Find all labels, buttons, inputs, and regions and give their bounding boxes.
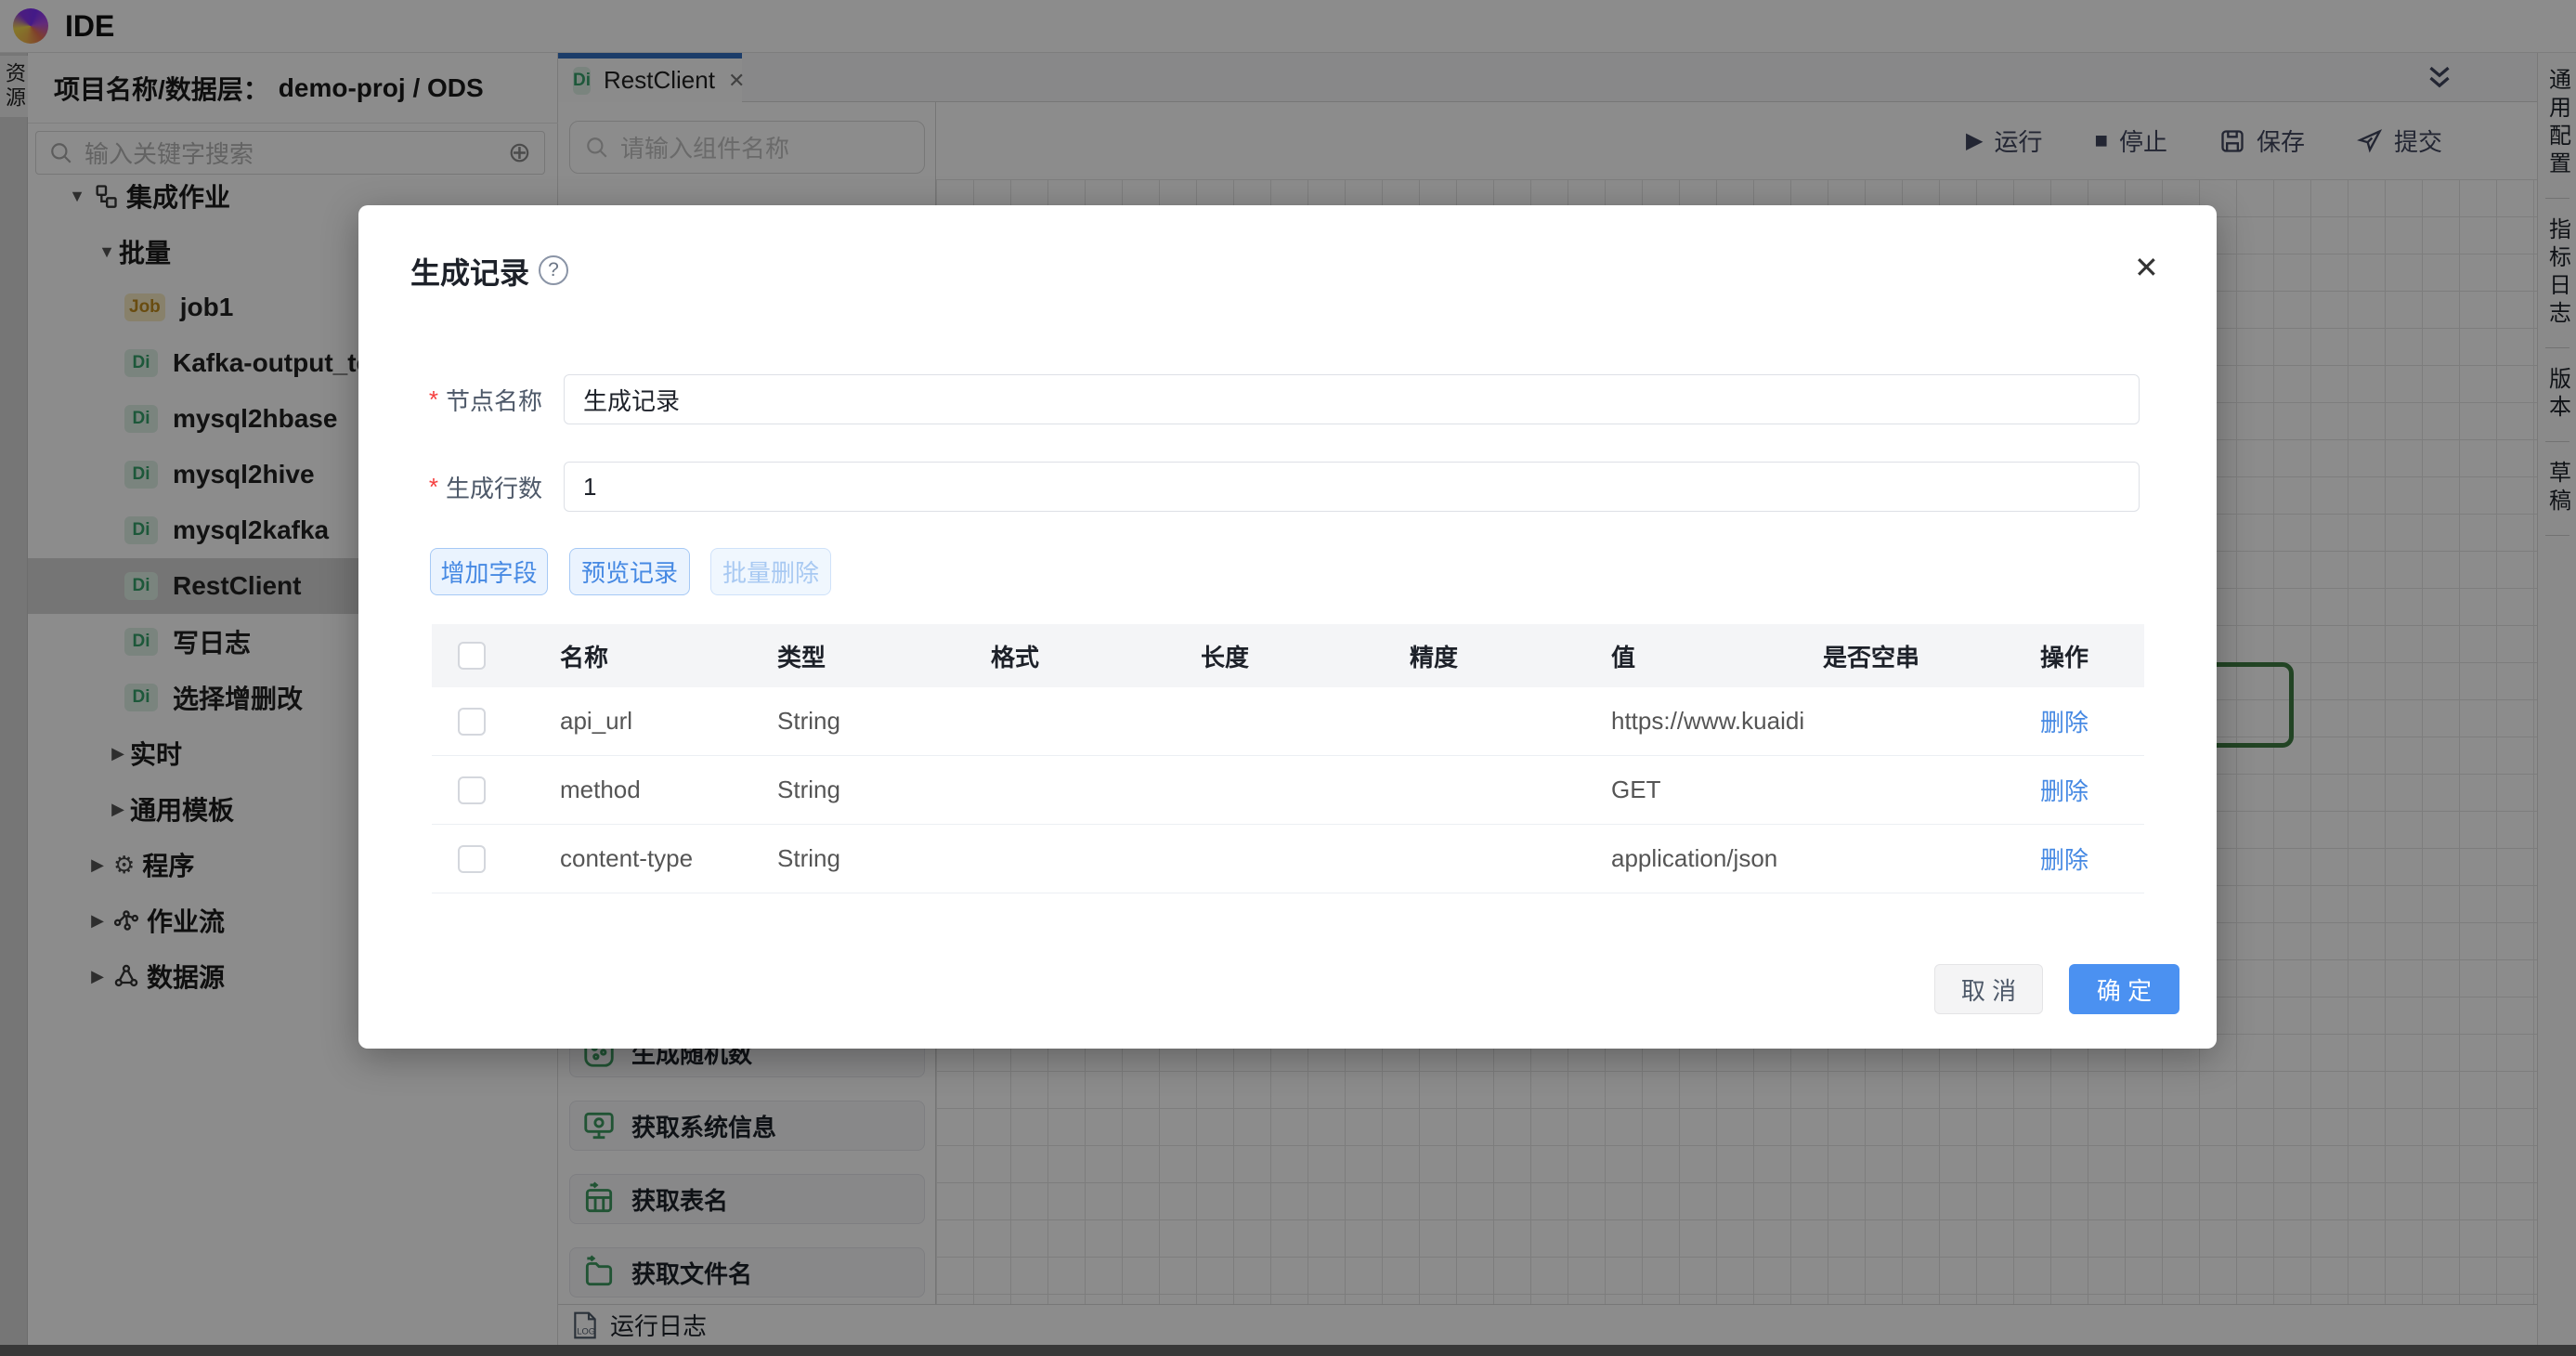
generate-records-dialog: 生成记录 ? ✕ * 节点名称 * 生成行数 增加字段 预览记录 批量删除 名称…: [358, 205, 2217, 1049]
field-row-count-row: * 生成行数: [358, 462, 542, 512]
node-name-label: * 节点名称: [358, 374, 542, 424]
delete-link[interactable]: 删除: [2040, 841, 2144, 876]
row-checkbox[interactable]: [458, 776, 486, 804]
required-marker: *: [429, 473, 438, 502]
batch-delete-button[interactable]: 批量删除: [710, 548, 831, 595]
delete-link[interactable]: 删除: [2040, 704, 2144, 738]
select-all-checkbox[interactable]: [458, 642, 486, 670]
close-icon[interactable]: ✕: [2134, 250, 2159, 285]
col-value: 值: [1611, 639, 1823, 673]
table-row-api-url: api_url String https://www.kuaidi 删除: [432, 687, 2144, 756]
row-checkbox[interactable]: [458, 845, 486, 873]
col-type: 类型: [777, 639, 991, 673]
table-row-method: method String GET 删除: [432, 756, 2144, 825]
dialog-title: 生成记录: [410, 250, 529, 293]
col-precision: 精度: [1410, 639, 1611, 673]
table-header-row: 名称 类型 格式 长度 精度 值 是否空串 操作: [432, 624, 2144, 687]
preview-records-button[interactable]: 预览记录: [569, 548, 690, 595]
table-row-content-type: content-type String application/json 删除: [432, 825, 2144, 893]
col-format: 格式: [991, 639, 1201, 673]
add-field-button[interactable]: 增加字段: [430, 548, 548, 595]
row-count-input[interactable]: [564, 462, 2140, 512]
ok-button[interactable]: 确 定: [2069, 964, 2179, 1014]
help-icon[interactable]: ?: [539, 255, 568, 285]
cancel-button[interactable]: 取 消: [1934, 964, 2043, 1014]
node-name-input[interactable]: [564, 374, 2140, 424]
col-length: 长度: [1201, 639, 1410, 673]
delete-link[interactable]: 删除: [2040, 773, 2144, 807]
col-name: 名称: [560, 639, 777, 673]
row-checkbox[interactable]: [458, 708, 486, 736]
required-marker: *: [429, 385, 438, 414]
row-count-label: * 生成行数: [358, 462, 542, 512]
col-empty-string: 是否空串: [1823, 639, 2040, 673]
field-node-name-row: * 节点名称: [358, 374, 542, 424]
col-action: 操作: [2040, 639, 2144, 673]
ide-window: IDE 资源 项目名称/数据层： demo-proj / ODS 输入关键字搜索…: [0, 0, 2576, 1356]
fields-table: 名称 类型 格式 长度 精度 值 是否空串 操作 api_url String …: [432, 624, 2144, 893]
